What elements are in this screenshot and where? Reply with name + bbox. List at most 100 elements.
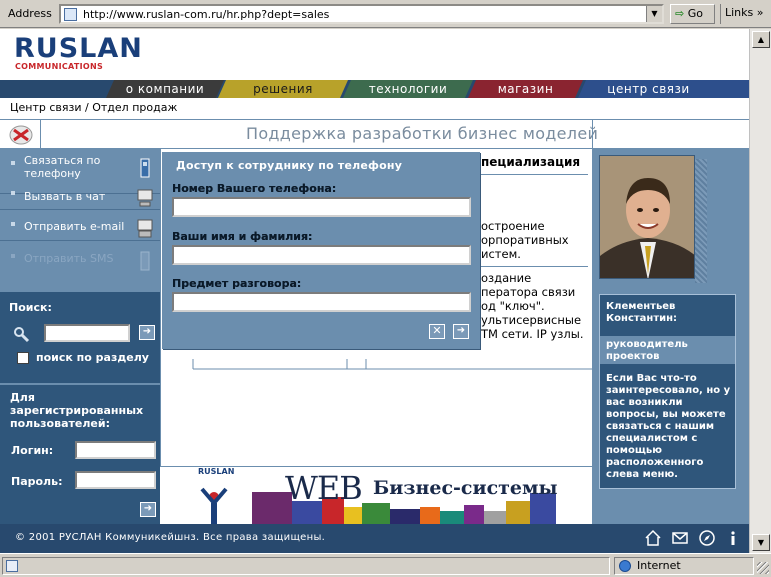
login-submit-button[interactable]: ➜ [140, 502, 156, 517]
sidebar-item-sms[interactable]: Отправить SMS [0, 242, 160, 282]
computer-icon [137, 189, 153, 207]
address-dropdown-icon[interactable]: ▼ [646, 6, 662, 22]
subject-label: Предмет разговора: [172, 277, 302, 290]
contact-role-box: руководитель проектов [600, 336, 735, 364]
logo-sub-text: COMMUNICATIONS [15, 62, 104, 71]
login-panel: Для зарегистрированных пользователей: Ло… [0, 385, 160, 524]
links-button[interactable]: Links » [720, 4, 770, 24]
bullet-icon [11, 222, 15, 226]
breadcrumb-row: Центр связи / Отдел продаж [0, 98, 749, 119]
chevron-right-icon: » [756, 6, 764, 19]
search-label: Поиск: [9, 301, 52, 314]
nav-tab-label: магазин [497, 82, 554, 96]
specialization-header: пециализация [481, 155, 581, 169]
right-sidebar: Клементьев Константин: руководитель прое… [592, 149, 749, 524]
page-title: Поддержка разработки бизнес моделей [246, 124, 599, 143]
contact-name: Клементьев Константин: [606, 301, 678, 324]
divider [481, 266, 588, 267]
address-input[interactable]: http://www.ruslan-com.ru/hr.php?dept=sal… [59, 4, 664, 24]
business-systems-banner[interactable]: RUSLAN WEB Бизнес-системы [190, 467, 565, 525]
password-input[interactable] [75, 471, 156, 489]
name-label: Ваши имя и фамилия: [172, 230, 313, 243]
copyright: © 2001 РУСЛАН Коммуникейшнз. Все права з… [15, 532, 326, 543]
nav-tab-about[interactable]: о компании [106, 80, 224, 98]
go-label: Go [687, 7, 703, 20]
search-section-label: поиск по разделу [36, 351, 149, 364]
page-status-icon [6, 560, 18, 572]
nav-tab-technologies[interactable]: технологии [343, 80, 473, 98]
login-label: Логин: [11, 444, 54, 457]
nav-tab-contact-center[interactable]: центр связи [578, 80, 749, 98]
title-divider [40, 120, 41, 148]
page-viewport: RUSLAN COMMUNICATIONS о компании решения… [0, 29, 749, 553]
sms-icon [140, 251, 150, 271]
address-url[interactable]: http://www.ruslan-com.ru/hr.php?dept=sal… [83, 8, 329, 21]
compass-icon[interactable] [698, 529, 716, 547]
site-footer: © 2001 РУСЛАН Коммуникейшнз. Все права з… [0, 524, 749, 553]
phone-icon [140, 158, 150, 178]
specialization-item: оздание ператора связи од "ключ". ультис… [481, 271, 584, 341]
phone-input[interactable] [172, 197, 471, 217]
login-input[interactable] [75, 441, 156, 459]
title-divider [592, 120, 593, 148]
contact-description: Если Вас что-то заинтересовало, но у вас… [606, 373, 731, 480]
table-grid [192, 359, 593, 370]
scroll-up-icon[interactable]: ▲ [752, 31, 770, 48]
popup-send-button[interactable]: ➜ [453, 324, 469, 339]
name-input[interactable] [172, 245, 471, 265]
go-arrow-icon: ⇨ [675, 7, 685, 20]
photo-shadow [695, 159, 707, 283]
status-bar: Internet [0, 553, 771, 577]
address-bar: Address http://www.ruslan-com.ru/hr.php?… [0, 0, 771, 28]
scroll-down-icon[interactable]: ▼ [752, 534, 770, 551]
mail-icon [137, 219, 153, 238]
nav-tab-label: технологии [368, 82, 448, 96]
sidebar-item-label: Вызвать в чат [24, 190, 106, 203]
nav-tab-label: решения [253, 82, 313, 96]
go-button[interactable]: ⇨ Go [670, 4, 715, 24]
phone-contact-popup: Доступ к сотруднику по телефону Номер Ва… [162, 152, 480, 349]
divider [481, 174, 588, 175]
zone-label: Internet [637, 559, 681, 572]
resize-grip-icon[interactable] [757, 562, 769, 574]
breadcrumb[interactable]: Центр связи / Отдел продаж [10, 101, 177, 114]
magnifier-icon [14, 327, 30, 343]
banner-web-text: WEB [285, 469, 363, 507]
search-section-checkbox[interactable] [17, 352, 29, 364]
sidebar-item-label: Отправить e-mail [24, 220, 125, 233]
nav-tab-solutions[interactable]: решения [218, 80, 348, 98]
sidebar-item-label: Связаться по телефону [24, 154, 101, 180]
banner-business-text: Бизнес-системы [373, 477, 558, 499]
bullet-icon [11, 254, 15, 258]
specialist-photo [599, 155, 695, 279]
bullet-icon [11, 161, 15, 165]
popup-title: Доступ к сотруднику по телефону [176, 159, 403, 172]
search-panel: Поиск: ➜ поиск по разделу [0, 292, 160, 384]
phone-label: Номер Вашего телефона: [172, 182, 337, 195]
search-input[interactable] [44, 324, 130, 342]
globe-icon [619, 560, 631, 572]
page-icon [64, 8, 77, 21]
bullet-icon [11, 191, 15, 195]
info-icon[interactable] [724, 529, 742, 547]
person-portrait-icon [600, 156, 694, 278]
specialization-item: остроение орпоративных истем. [481, 219, 569, 261]
site-logo[interactable]: RUSLAN COMMUNICATIONS [0, 29, 749, 80]
popup-close-button[interactable]: ✕ [429, 324, 445, 339]
home-icon[interactable] [644, 529, 662, 547]
sidebar-item-label: Отправить SMS [24, 252, 114, 265]
title-row: Поддержка разработки бизнес моделей [0, 119, 749, 149]
sidebar-item-email[interactable]: Отправить e-mail [0, 209, 160, 241]
left-sidebar: Связаться по телефону Вызвать в чат Отпр… [0, 149, 160, 524]
mail-icon[interactable] [671, 529, 689, 547]
contact-card: Клементьев Константин: руководитель прое… [599, 294, 736, 489]
support-icon [9, 125, 33, 145]
banner-row: RUSLAN WEB Бизнес-системы [160, 466, 592, 525]
banner-logo: RUSLAN [198, 467, 235, 476]
subject-input[interactable] [172, 292, 471, 312]
contact-role: руководитель проектов [606, 339, 688, 362]
nav-tab-shop[interactable]: магазин [468, 80, 583, 98]
logo-main-text: RUSLAN [14, 33, 143, 64]
vertical-scrollbar[interactable]: ▲ ▼ [749, 29, 771, 553]
search-go-button[interactable]: ➜ [139, 325, 155, 340]
